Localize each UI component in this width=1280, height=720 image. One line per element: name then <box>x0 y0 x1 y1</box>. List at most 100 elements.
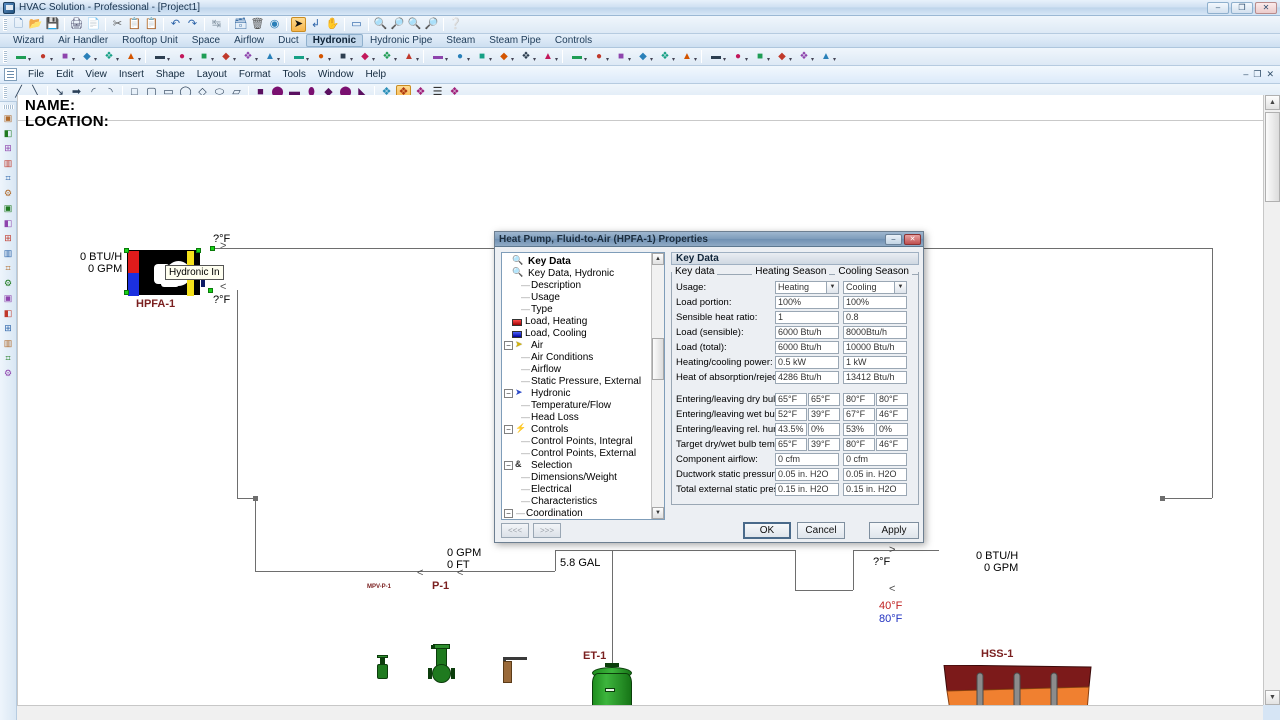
hydronic-schematic-icon[interactable]: ▬ ▾ <box>11 49 31 64</box>
pipe-hss-riser[interactable] <box>853 550 854 590</box>
tree-item-air-conditions[interactable]: — Air Conditions <box>504 351 652 363</box>
close-button[interactable]: ✕ <box>1255 1 1277 14</box>
menu-item-file[interactable]: File <box>22 68 50 81</box>
toolbar-grip[interactable] <box>3 50 7 63</box>
tree-item-controls[interactable]: − Controls <box>504 423 652 435</box>
pressure-icon[interactable]: ❖ ▾ <box>516 49 536 64</box>
menu-item-help[interactable]: Help <box>359 68 392 81</box>
manifold-icon[interactable]: ▬ ▾ <box>567 49 587 64</box>
tree-item-usage[interactable]: — Usage <box>504 291 652 303</box>
heating-value-field[interactable]: 0 cfm <box>775 453 839 466</box>
tree-item-air[interactable]: − Air <box>504 339 652 351</box>
cut-icon[interactable]: ✂ <box>110 17 125 32</box>
mdi-minimize-button[interactable]: – <box>1243 69 1248 80</box>
cooling-value-field[interactable]: 80°F <box>843 438 875 451</box>
pipe-to-hss[interactable] <box>795 590 853 591</box>
valve-icon[interactable]: ▥ <box>1 247 15 260</box>
heating-value-field[interactable]: 4286 Btu/h <box>775 371 839 384</box>
tree-item-key-data[interactable]: Key Data <box>504 255 652 267</box>
next-button[interactable]: >>> <box>533 523 561 538</box>
symbol-icon[interactable]: ▣ <box>1 292 15 305</box>
air-separator-icon[interactable]: ◆ ▾ <box>216 49 236 64</box>
menu-item-format[interactable]: Format <box>233 68 277 81</box>
annotation-icon[interactable]: ◧ <box>1 307 15 320</box>
cooling-value-field[interactable]: 0.05 in. H2O <box>843 468 907 481</box>
heating-value-field[interactable]: 1 <box>775 311 839 324</box>
tree-item-temperature-flow[interactable]: — Temperature/Flow <box>504 399 652 411</box>
mdi-close-button[interactable]: ✕ <box>1266 69 1274 80</box>
redo-icon[interactable]: ↷ <box>185 17 200 32</box>
module-tab-controls[interactable]: Controls <box>548 34 599 47</box>
menu-item-edit[interactable]: Edit <box>50 68 79 81</box>
tree-item-selection[interactable]: − Selection <box>504 459 652 471</box>
label-icon[interactable]: ● ▾ <box>728 49 748 64</box>
tree-item-airflow[interactable]: — Airflow <box>504 363 652 375</box>
balance-valve-icon[interactable]: ◆ ▾ <box>355 49 375 64</box>
meter-icon[interactable]: ▬ ▾ <box>428 49 448 64</box>
fitting-icon[interactable]: ● ▾ <box>589 49 609 64</box>
cooling-value-field[interactable]: 8000Btu/h <box>843 326 907 339</box>
fitting-icon[interactable]: ⚙ <box>1 187 15 200</box>
cooling-value-field[interactable]: 0.8 <box>843 311 907 324</box>
cooling-value-field[interactable]: 80°F <box>843 393 875 406</box>
pump-icon[interactable]: ❖ ▾ <box>99 49 119 64</box>
calculate-icon[interactable]: ◆ ▾ <box>772 49 792 64</box>
heating-value-field[interactable]: 0.5 kW <box>775 356 839 369</box>
format-painter-icon[interactable]: 🗃 <box>233 17 248 32</box>
heat-exchanger-icon[interactable]: ■ ▾ <box>194 49 214 64</box>
radiator-icon[interactable]: ▬ ▾ <box>289 49 309 64</box>
gauge-icon[interactable]: ■ ▾ <box>472 49 492 64</box>
tree-expander-icon[interactable]: − <box>504 460 513 470</box>
cooling-usage-dropdown[interactable]: Cooling ▼ <box>843 281 907 294</box>
boiler-icon[interactable]: ● ▾ <box>33 49 53 64</box>
tree-item-key-data-hydronic[interactable]: Key Data, Hydronic <box>504 267 652 279</box>
tree-scroll-thumb[interactable] <box>652 338 664 380</box>
pipe-icon[interactable]: ⌗ <box>1 172 15 185</box>
tree-scrollbar[interactable]: ▲ ▼ <box>651 253 664 519</box>
menu-item-view[interactable]: View <box>79 68 113 81</box>
properties-dialog[interactable]: Heat Pump, Fluid-to-Air (HPFA-1) Propert… <box>494 231 924 543</box>
dialog-minimize-button[interactable]: – <box>885 233 902 245</box>
strainer-body[interactable] <box>503 661 512 683</box>
menu-item-tools[interactable]: Tools <box>277 68 312 81</box>
cooling-value-field[interactable]: 53% <box>843 423 875 436</box>
scroll-up-button[interactable]: ▲ <box>1265 95 1280 110</box>
module-tab-steam-pipe[interactable]: Steam Pipe <box>482 34 548 47</box>
dialog-close-button[interactable]: ✕ <box>904 233 921 245</box>
tree-expander-icon[interactable]: − <box>504 388 513 398</box>
heating-value-field[interactable]: 0% <box>808 423 840 436</box>
menu-item-insert[interactable]: Insert <box>113 68 150 81</box>
heating-value-field[interactable]: 65°F <box>775 438 807 451</box>
heating-value-field[interactable]: 100% <box>775 296 839 309</box>
group-icon[interactable]: ⌗ <box>1 352 15 365</box>
annotation-icon[interactable]: ■ ▾ <box>750 49 770 64</box>
pump-impeller-housing[interactable] <box>432 664 451 683</box>
heating-value-field[interactable]: 39°F <box>808 408 840 421</box>
pipe-supply-right[interactable] <box>1212 248 1213 498</box>
connection-node[interactable] <box>210 246 215 251</box>
check-icon[interactable]: ❖ ▾ <box>794 49 814 64</box>
tree-item-head-loss[interactable]: — Head Loss <box>504 411 652 423</box>
tree-item-coordination[interactable]: − — Coordination <box>504 507 652 519</box>
diffuser-icon[interactable]: ◧ <box>1 217 15 230</box>
fluid-cooler-icon[interactable]: ▬ ▾ <box>150 49 170 64</box>
tree-expander-icon[interactable]: − <box>504 424 513 434</box>
settings-icon[interactable]: ▲ ▾ <box>816 49 836 64</box>
strainer-icon[interactable]: ▲ ▾ <box>399 49 419 64</box>
dimension-icon[interactable]: ⊞ <box>1 322 15 335</box>
legend-icon[interactable]: ▬ ▾ <box>706 49 726 64</box>
coil-icon[interactable]: ▲ ▾ <box>260 49 280 64</box>
tree-item-characteristics[interactable]: — Characteristics <box>504 495 652 507</box>
heating-value-field[interactable]: 6000 Btu/h <box>775 341 839 354</box>
connect-tool-icon[interactable]: ↲ <box>308 17 323 32</box>
damper-icon[interactable]: ⊞ <box>1 232 15 245</box>
unit-heater-icon[interactable]: ● ▾ <box>311 49 331 64</box>
pipe-header[interactable] <box>555 550 795 551</box>
module-tab-hydronic[interactable]: Hydronic <box>305 34 364 47</box>
tree-item-hydronic[interactable]: − Hydronic <box>504 387 652 399</box>
pipe-to-header[interactable] <box>555 550 556 571</box>
connection-node[interactable] <box>124 290 129 295</box>
mdi-restore-button[interactable]: ❐ <box>1253 69 1261 80</box>
toolbar-grip[interactable] <box>3 18 7 31</box>
cooling-value-field[interactable]: 13412 Btu/h <box>843 371 907 384</box>
